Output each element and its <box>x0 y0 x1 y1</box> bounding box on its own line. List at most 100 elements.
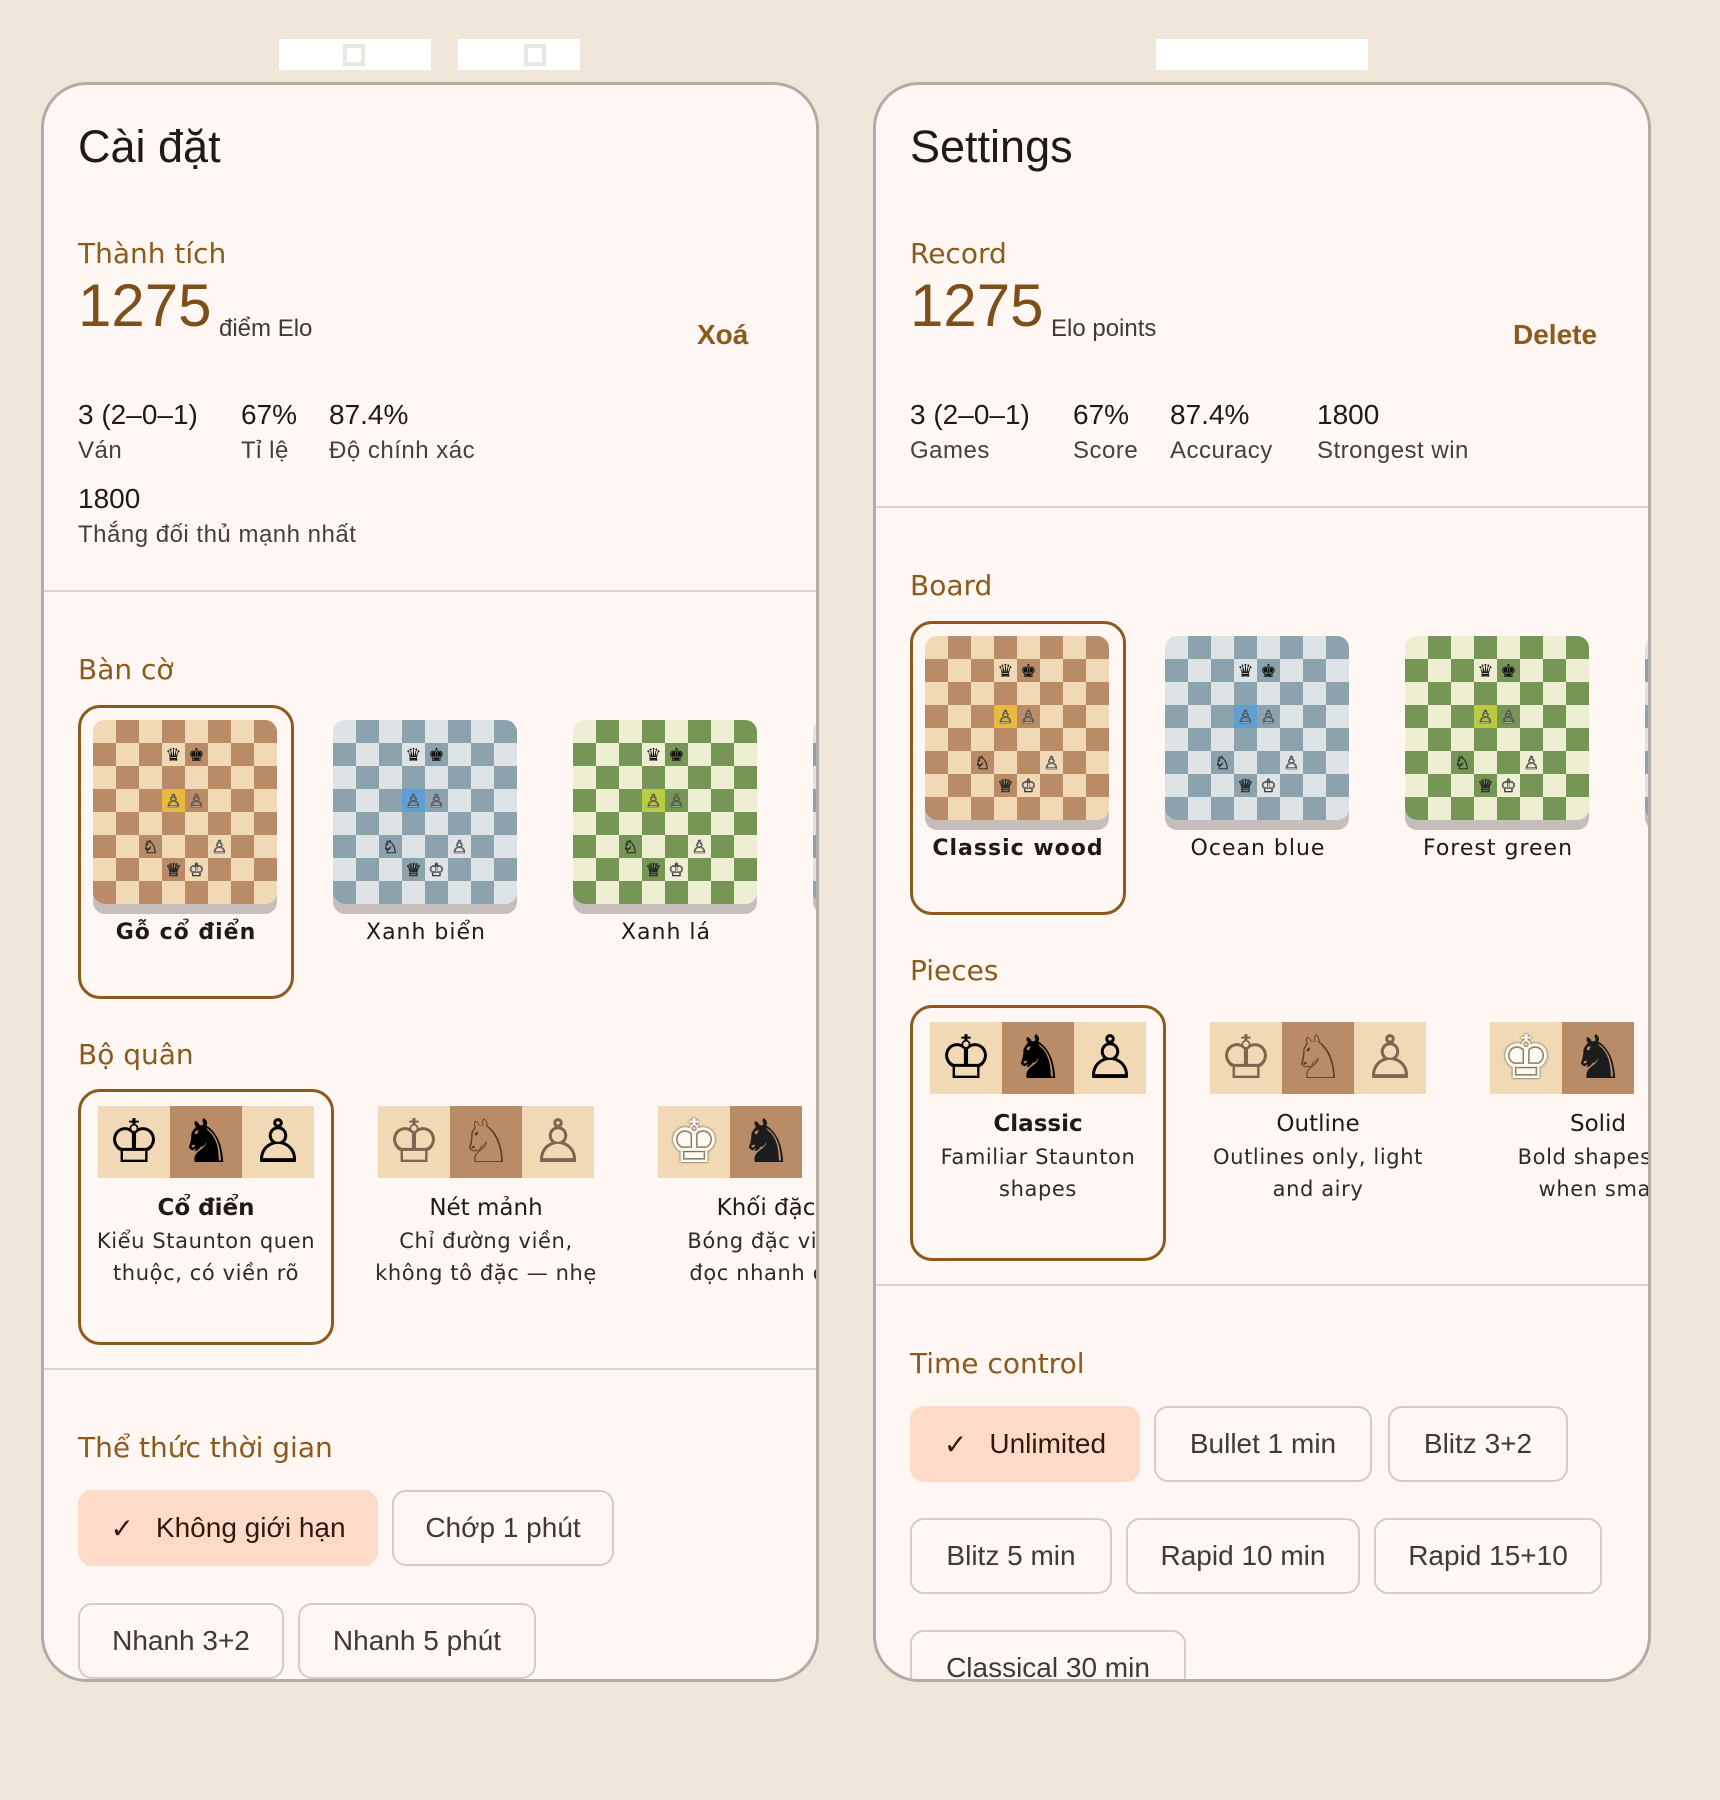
elo-label: điểm Elo <box>219 315 313 342</box>
piece-icon: ♙ <box>1477 707 1493 728</box>
pieces-option-desc: Kiểu Staunton quen <box>96 1229 316 1253</box>
piece-icon: ♘ <box>1454 753 1470 774</box>
elo-label: Elo points <box>1051 315 1157 342</box>
time-option-blitz-3-2[interactable]: Blitz 3+2 <box>1388 1406 1568 1482</box>
status-bar-block <box>279 39 431 70</box>
pieces-preview-classic: ♔ ♞ ♙ <box>98 1106 314 1178</box>
piece-icon: ♔ <box>428 860 444 881</box>
piece-icon: ♙ <box>1523 753 1539 774</box>
pieces-option-name: Outline <box>1276 1111 1360 1137</box>
piece-icon: ♛ <box>165 745 181 766</box>
piece-icon: ♙ <box>645 791 661 812</box>
divider <box>876 506 1648 508</box>
pieces-heading: Pieces <box>910 954 999 987</box>
pieces-preview-outline: ♔ ♘ ♙ <box>1210 1022 1426 1094</box>
page-title: Settings <box>910 121 1073 172</box>
time-option-unlimited[interactable]: ✓ Không giới hạn <box>78 1490 378 1566</box>
knight-icon: ♘ <box>450 1106 522 1178</box>
piece-icon: ♚ <box>668 745 684 766</box>
pieces-option-name: Nét mảnh <box>429 1195 543 1221</box>
board-preview-blue: ♛ ♚ ♙ ♙ ♘ ♙ ♕ ♔ <box>333 720 517 904</box>
pieces-preview-outline: ♔ ♘ ♙ <box>378 1106 594 1178</box>
pieces-preview-classic: ♔ ♞ ♙ <box>930 1022 1146 1094</box>
board-preview-green: ♛ ♚ ♙ ♙ ♘ ♙ ♕ ♔ <box>1405 636 1589 820</box>
time-control-heading: Time control <box>910 1347 1085 1380</box>
settings-panel-en: Settings Record 1275 Elo points Delete 3… <box>873 82 1651 1682</box>
piece-icon: ♔ <box>668 860 684 881</box>
board-preview-more: ♛♚♙♙♘♙♕♔ <box>813 720 816 904</box>
time-option-blitz-3-2[interactable]: Nhanh 3+2 <box>78 1603 284 1679</box>
piece-icon: ♔ <box>1260 776 1276 797</box>
piece-icon: ♛ <box>405 745 421 766</box>
delete-record-button[interactable]: Xoá <box>697 319 748 351</box>
knight-icon: ♞ <box>1562 1022 1634 1094</box>
pawn-icon: ♙ <box>242 1106 314 1178</box>
piece-icon: ♙ <box>451 837 467 858</box>
piece-icon: ♔ <box>1020 776 1036 797</box>
board-option-label: Forest green <box>1422 836 1574 861</box>
piece-icon: ♕ <box>165 860 181 881</box>
piece-icon: ♔ <box>188 860 204 881</box>
stat-games: 3 (2–0–1) Ván <box>78 399 198 464</box>
pieces-option-name: Cổ điển <box>157 1195 255 1221</box>
board-preview-more: ♛♚♙♙♘♙♕♔ <box>1645 636 1648 820</box>
time-option-rapid-15-10[interactable]: Rapid 15+10 <box>1374 1518 1602 1594</box>
elo-value: 1275 <box>910 272 1044 339</box>
piece-icon: ♙ <box>1260 707 1276 728</box>
time-option-unlimited[interactable]: ✓ Unlimited <box>910 1406 1140 1482</box>
check-icon: ✓ <box>943 1428 968 1460</box>
pieces-option-desc: Familiar Staunton <box>940 1145 1136 1169</box>
king-icon: ♔ <box>1210 1022 1282 1094</box>
time-option-bullet[interactable]: Bullet 1 min <box>1154 1406 1372 1482</box>
time-option-bullet[interactable]: Chớp 1 phút <box>392 1490 614 1566</box>
board-option-label: Ocean blue <box>1190 836 1326 861</box>
pawn-icon: ♙ <box>1074 1022 1146 1094</box>
piece-icon: ♕ <box>1237 776 1253 797</box>
king-icon: ♔ <box>98 1106 170 1178</box>
pawn-icon: ♙ <box>1354 1022 1426 1094</box>
piece-icon: ♕ <box>997 776 1013 797</box>
piece-icon: ♕ <box>1477 776 1493 797</box>
king-icon: ♚ <box>658 1106 730 1178</box>
piece-icon: ♚ <box>1500 661 1516 682</box>
piece-icon: ♙ <box>165 791 181 812</box>
page-title: Cài đặt <box>78 121 221 172</box>
piece-icon: ♚ <box>1020 661 1036 682</box>
pieces-option-name: Solid <box>1569 1111 1627 1137</box>
board-preview-wood: ♛ ♚ ♙ ♙ ♘ ♙ ♕ ♔ <box>925 636 1109 820</box>
check-icon: ✓ <box>110 1512 134 1544</box>
piece-icon: ♙ <box>188 791 204 812</box>
piece-icon: ♙ <box>405 791 421 812</box>
pieces-heading: Bộ quân <box>78 1038 194 1071</box>
stat-games: 3 (2–0–1) Games <box>910 399 1030 464</box>
pieces-option-desc: Bóng đặc viền <box>687 1229 818 1253</box>
pieces-preview-solid: ♚ ♞ <box>1490 1022 1634 1094</box>
time-option-classical-30[interactable]: Classical 30 min <box>910 1630 1186 1679</box>
piece-icon: ♙ <box>691 837 707 858</box>
pieces-option-desc: không tô đặc — nhẹ <box>375 1261 597 1285</box>
time-option-blitz-5[interactable]: Nhanh 5 phút <box>298 1603 536 1679</box>
time-control-heading: Thể thức thời gian <box>78 1431 333 1464</box>
pieces-option-desc: Outlines only, light <box>1213 1145 1423 1169</box>
stat-accuracy: 87.4% Accuracy <box>1170 399 1273 464</box>
time-option-blitz-5[interactable]: Blitz 5 min <box>910 1518 1112 1594</box>
pieces-preview-solid: ♚ ♞ <box>658 1106 802 1178</box>
board-option-label: Xanh biển <box>366 920 486 945</box>
pawn-icon: ♙ <box>522 1106 594 1178</box>
knight-icon: ♞ <box>730 1106 802 1178</box>
piece-icon: ♚ <box>188 745 204 766</box>
piece-icon: ♘ <box>142 837 158 858</box>
time-option-rapid-10[interactable]: Rapid 10 min <box>1126 1518 1360 1594</box>
board-option-label: Classic wood <box>932 836 1104 861</box>
piece-icon: ♙ <box>211 837 227 858</box>
pieces-option-desc: and airy <box>1272 1177 1364 1201</box>
pieces-option-name: Classic <box>993 1111 1083 1137</box>
piece-icon: ♙ <box>1237 707 1253 728</box>
stat-score: 67% Tỉ lệ <box>241 399 298 464</box>
delete-record-button[interactable]: Delete <box>1513 319 1597 351</box>
board-heading: Board <box>910 569 993 602</box>
piece-icon: ♛ <box>1477 661 1493 682</box>
piece-icon: ♘ <box>1214 753 1230 774</box>
piece-icon: ♚ <box>1260 661 1276 682</box>
piece-icon: ♛ <box>645 745 661 766</box>
